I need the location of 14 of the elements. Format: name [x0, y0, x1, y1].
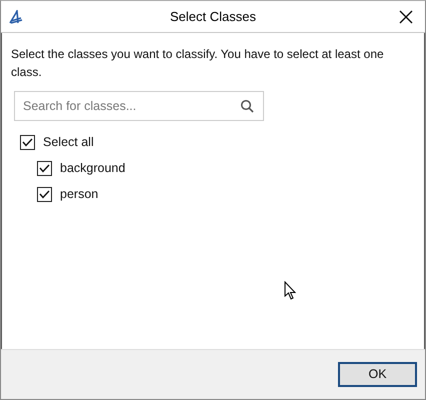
checkbox-label[interactable]: background [60, 158, 126, 178]
window-title: Select Classes [170, 8, 256, 26]
search-field[interactable]: Search for classes... [14, 91, 264, 121]
checkbox[interactable] [37, 186, 52, 202]
checkbox-label[interactable]: person [60, 184, 98, 204]
app-logo-icon [9, 10, 23, 24]
checkbox[interactable] [20, 134, 35, 150]
mouse-cursor-icon [284, 281, 297, 301]
checkbox[interactable] [37, 160, 52, 176]
checkbox-label[interactable]: Select all [43, 132, 94, 152]
close-icon[interactable] [399, 10, 413, 24]
ok-button[interactable]: OK [338, 362, 417, 387]
search-icon [240, 99, 254, 113]
instruction-text: Select the classes you want to classify. You have to select at least one class. [11, 46, 385, 81]
